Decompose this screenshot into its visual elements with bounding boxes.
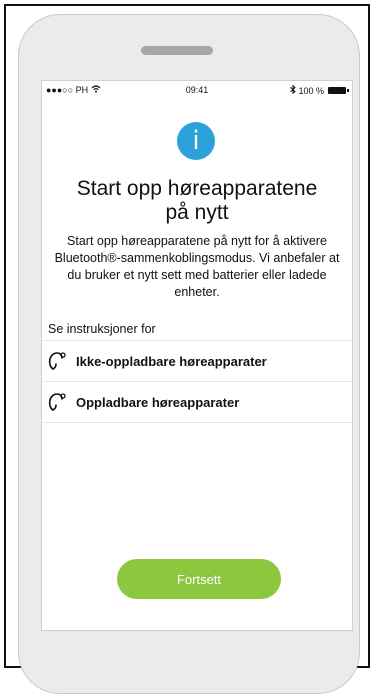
continue-button[interactable]: Fortsett xyxy=(117,559,281,599)
description-text: Start opp høreapparatene på nytt for å a… xyxy=(54,234,340,299)
page-title: Start opp høreapparatene på nytt xyxy=(76,177,318,224)
status-bar: ●●●○○ PH 09:41 100 % xyxy=(42,81,352,99)
status-right: 100 % xyxy=(290,84,349,96)
see-instructions-label: Se instruksjoner for xyxy=(48,322,156,336)
hearing-aid-icon xyxy=(48,351,66,371)
option-label: Ikke-oppladbare høreapparater xyxy=(76,353,267,369)
option-label: Oppladbare høreapparater xyxy=(76,394,240,410)
option-non-rechargeable[interactable]: Ikke-oppladbare høreapparater xyxy=(42,340,352,381)
info-icon: i xyxy=(177,122,215,160)
instruction-options-list: Ikke-oppladbare høreapparater Oppladbare… xyxy=(42,340,352,423)
battery-percent: 100 % xyxy=(298,85,324,96)
battery-icon xyxy=(328,87,349,94)
phone-speaker xyxy=(141,46,213,55)
bluetooth-icon xyxy=(290,84,297,96)
option-rechargeable[interactable]: Oppladbare høreapparater xyxy=(42,381,352,423)
phone-screen: ●●●○○ PH 09:41 100 % i Start opp høreapp… xyxy=(41,80,353,631)
hearing-aid-icon xyxy=(48,392,66,412)
